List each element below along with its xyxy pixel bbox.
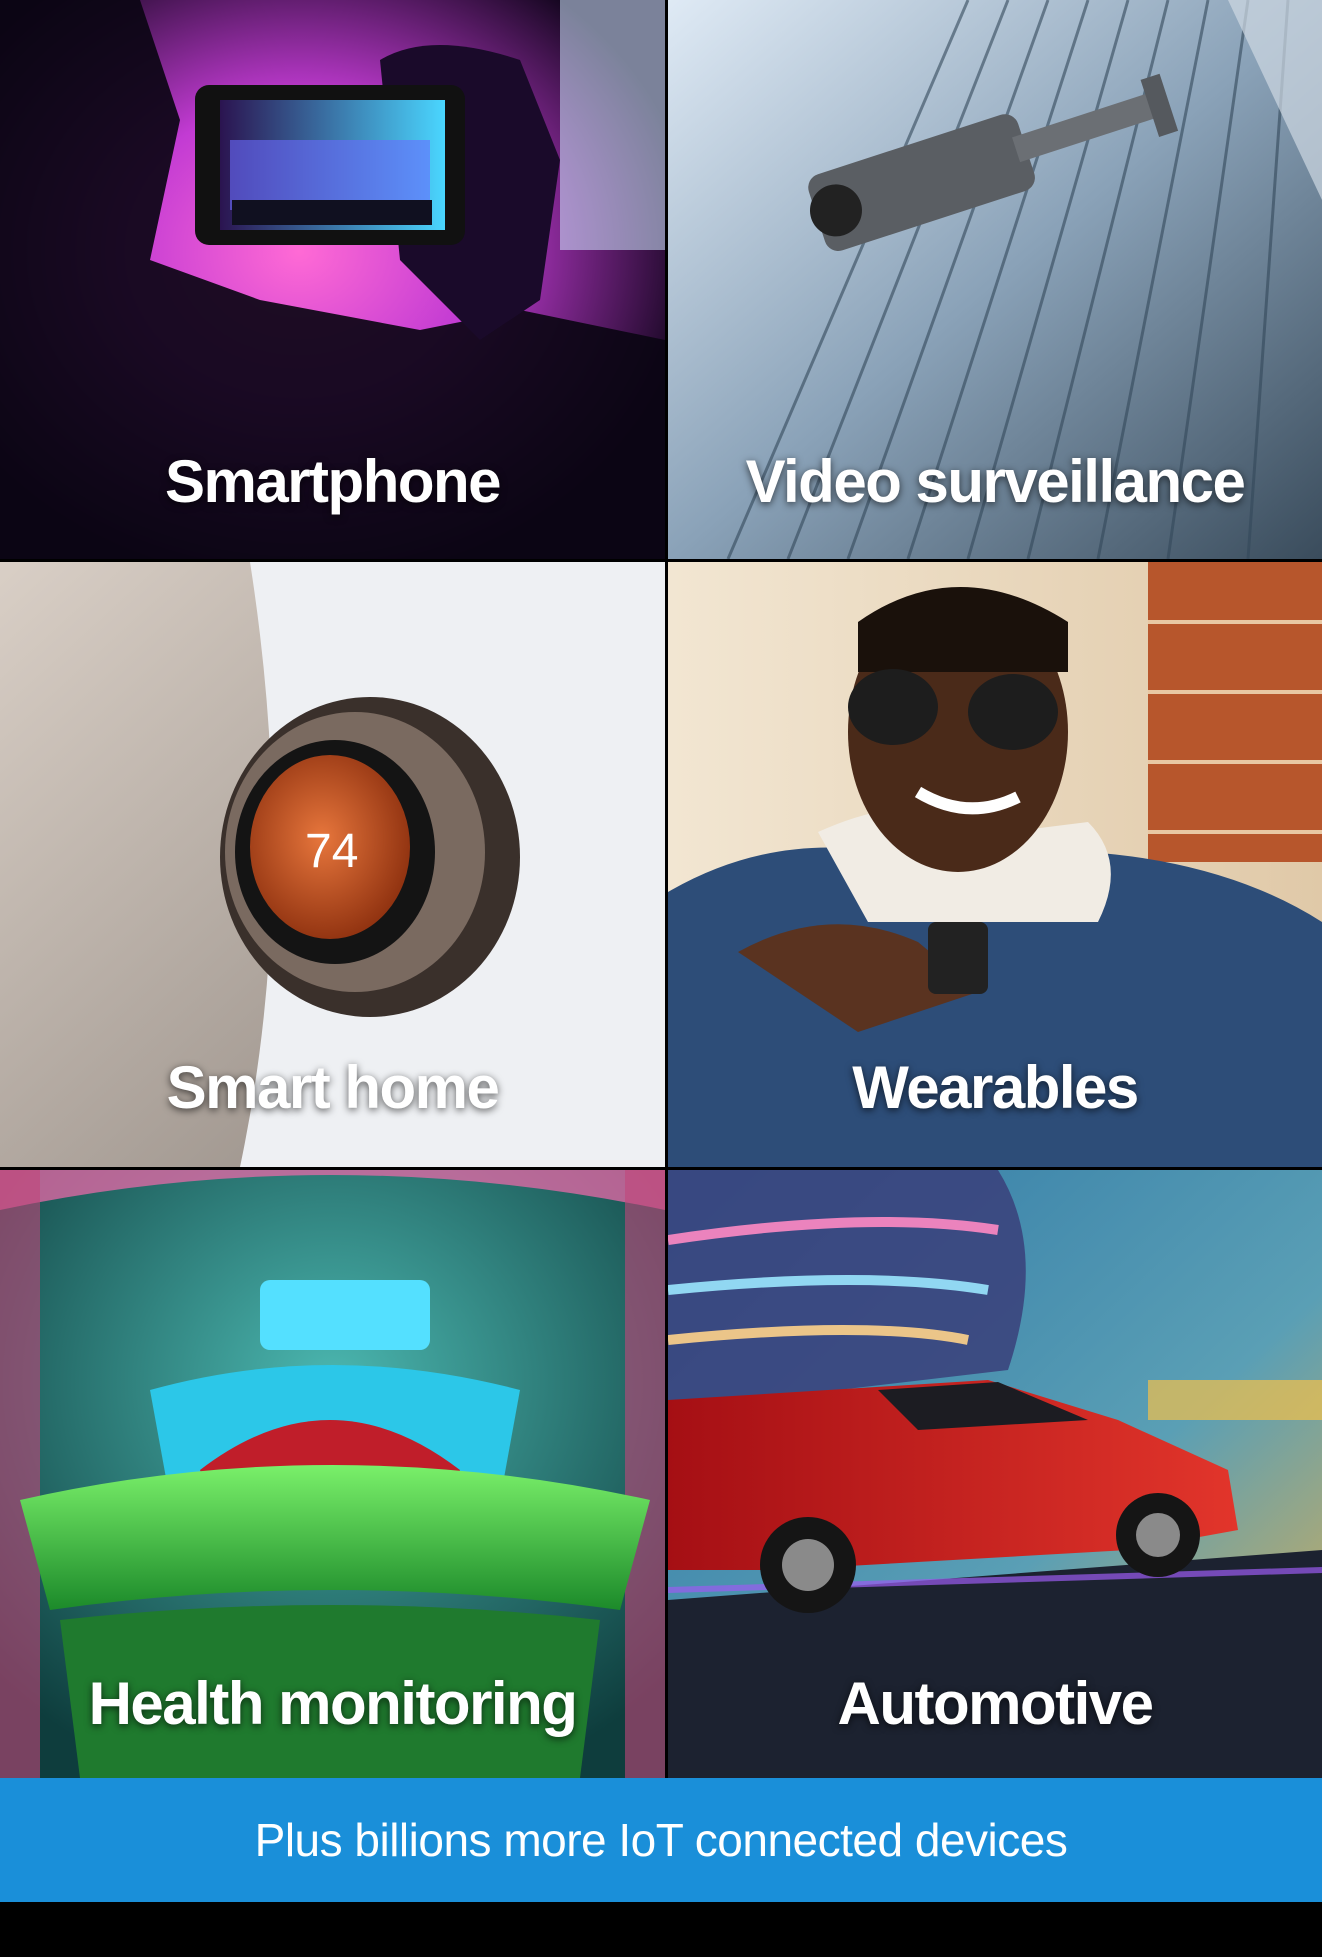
smartphone-label: Smartphone: [164, 448, 502, 515]
smart-home-tile: 74 Smart home: [0, 562, 665, 1167]
health-monitoring-tile: Health monitoring: [0, 1170, 665, 1778]
automotive-label: Automotive: [837, 1670, 1155, 1737]
smart-home-label: Smart home: [166, 1054, 500, 1121]
iot-banner: Plus billions more IoT connected devices: [0, 1778, 1322, 1902]
wearables-tile: Wearables: [668, 562, 1322, 1167]
thermostat-reading: 74: [305, 825, 358, 878]
video-surveillance-label: Video surveillance: [745, 448, 1246, 515]
wearables-label: Wearables: [852, 1054, 1139, 1121]
footer-bar: [0, 1902, 1322, 1957]
banner-text: Plus billions more IoT connected devices: [254, 1814, 1068, 1866]
health-monitoring-label: Health monitoring: [88, 1670, 578, 1737]
video-surveillance-tile: Video surveillance: [668, 0, 1322, 559]
use-case-grid: Smartphone Video surveillance 74 Smart h…: [0, 0, 1322, 1778]
smartphone-tile: Smartphone: [0, 0, 665, 559]
automotive-tile: Automotive: [668, 1170, 1322, 1778]
